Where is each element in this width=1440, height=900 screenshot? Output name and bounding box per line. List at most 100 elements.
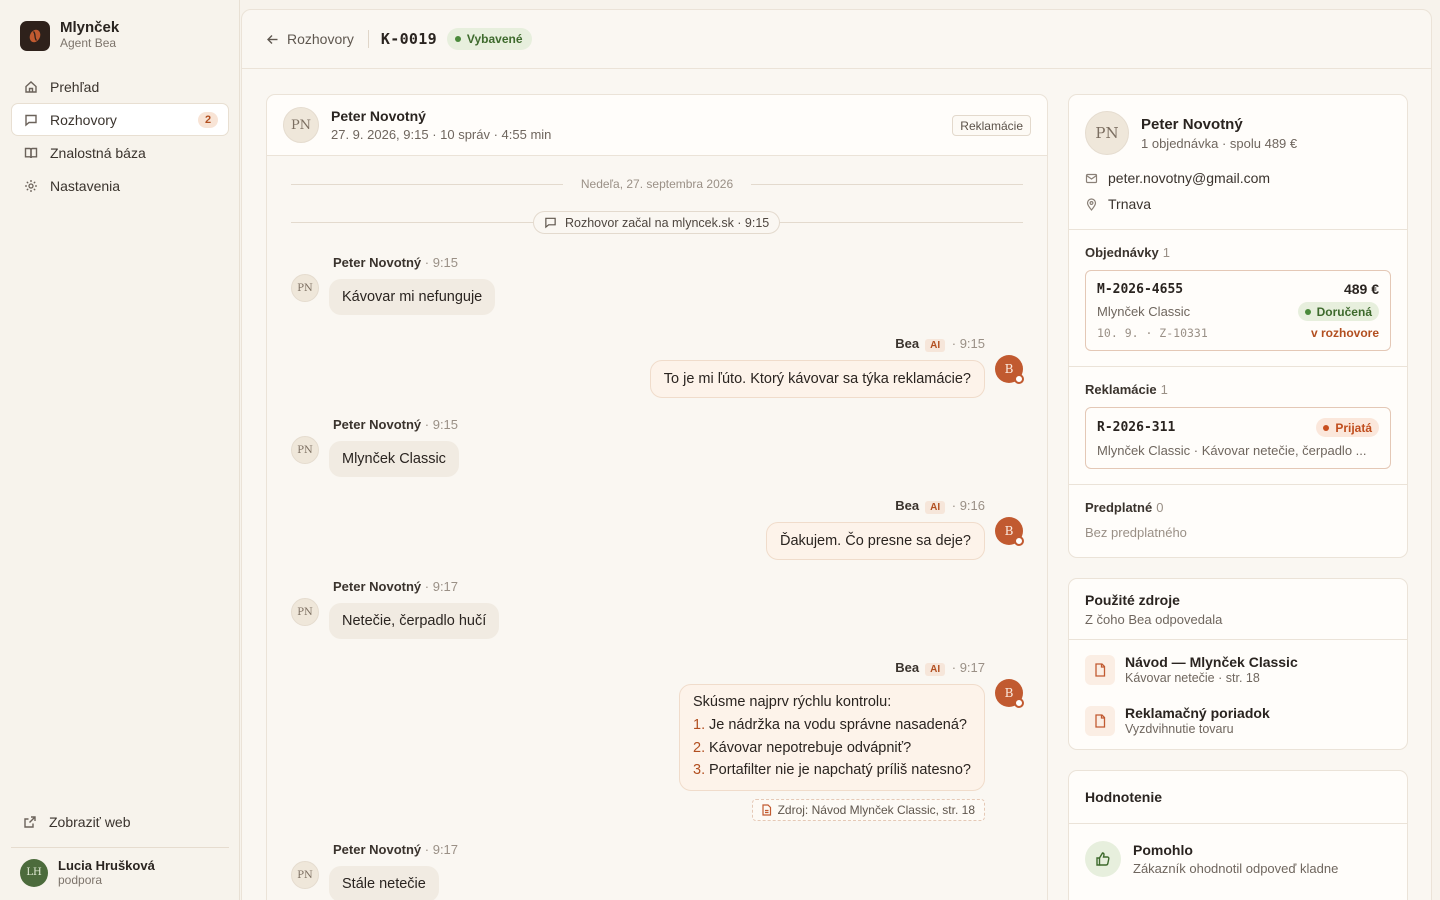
view-website-link[interactable]: Zobraziť web [11, 805, 229, 839]
sender-name: Peter Novotný [333, 417, 422, 432]
ai-badge: AI [925, 663, 946, 676]
source-citation[interactable]: Zdroj: Návod Mlynček Classic, str. 18 [751, 799, 985, 821]
source-citation-text: Zdroj: Návod Mlynček Classic, str. 18 [777, 803, 975, 817]
brand-name: Mlynček [60, 19, 120, 36]
topbar: Rozhovory K-0019 Vybavené [242, 10, 1431, 69]
arrow-left-icon [267, 34, 278, 44]
claims-section: Reklamácie 1 R-2026-311 Prijatá Mlynček C… [1069, 366, 1407, 484]
message-time: 9:17 [432, 842, 459, 857]
customer-avatar: PN [291, 598, 319, 626]
customer-avatar: PN [291, 274, 319, 302]
chat-icon [24, 113, 38, 127]
sender-name: Bea [895, 336, 920, 351]
conversation-header: PN Peter Novotný 27. 9. 2026, 9:15 · 10 … [267, 95, 1047, 156]
customer-message: Stále netečie [329, 866, 439, 900]
sources-subtitle: Z čoho Bea odpovedala [1085, 612, 1223, 627]
order-in-conversation-link[interactable]: v rozhovore [1311, 326, 1379, 340]
source-subtitle: Vyzdvihnutie tovaru [1125, 722, 1234, 736]
claim-item[interactable]: R-2026-311 Prijatá Mlynček Classic · Káv… [1085, 407, 1391, 469]
user-name: Lucia Hrušková [58, 858, 155, 873]
message-meta: Peter Novotný · 9:17 [333, 579, 459, 594]
orders-section: Objednávky 1 M-2026-4655 489 € Mlynček Cl… [1069, 229, 1407, 366]
sender-name: Bea [895, 660, 920, 675]
sources-card: Použité zdroje Z čoho Bea odpovedala Náv… [1068, 578, 1408, 750]
rating-card: Hodnotenie Pomohlo Zákazník ohodnotil od… [1068, 770, 1408, 900]
source-item[interactable]: Reklamačný poriadok Vyzdvihnutie tovaru [1085, 695, 1391, 746]
current-user[interactable]: LH Lucia Hrušková podpora [11, 848, 229, 900]
bea-initial: B [1004, 686, 1014, 700]
bea-avatar: B [995, 679, 1024, 708]
message-meta: Bea AI · 9:16 [895, 498, 985, 514]
sender-name: Peter Novotný [333, 842, 422, 857]
conversation-panel: PN Peter Novotný 27. 9. 2026, 9:15 · 10 … [266, 94, 1048, 900]
bea-initial: B [1004, 362, 1014, 376]
list-item-text: Portafilter nie je napchatý príliš nates… [709, 762, 971, 778]
order-id: M-2026-4655 [1097, 281, 1184, 297]
gear-icon [24, 179, 38, 193]
claim-description: Mlynček Classic · Kávovar netečie, čerpa… [1097, 443, 1367, 458]
message-meta: Bea AI · 9:17 [895, 660, 985, 676]
external-link-icon [23, 815, 37, 829]
document-icon [1085, 654, 1115, 685]
sources-list: Návod — Mlynček Classic Kávovar netečie … [1069, 639, 1407, 746]
customer-name: Peter Novotný [1141, 115, 1243, 133]
order-product: Mlynček Classic [1097, 304, 1191, 319]
brand[interactable]: Mlynček Agent Bea [20, 20, 119, 51]
bea-message: To je mi ľúto. Ktorý kávovar sa týka rek… [649, 360, 985, 398]
customer-name: Peter Novotný [331, 108, 426, 124]
book-icon [24, 146, 38, 160]
sender-name: Bea [895, 498, 920, 513]
subscription-empty: Bez predplatného [1085, 525, 1187, 540]
customer-city: Trnava [1108, 196, 1152, 212]
status-badge: Vybavené [446, 28, 532, 50]
customer-avatar: PN [1085, 111, 1129, 155]
subscription-title: Predplatné 0 [1085, 500, 1164, 515]
bea-initial: B [1004, 524, 1014, 538]
bea-message: Skúsme najprv rýchlu kontrolu: 1. Je nádr… [679, 684, 985, 791]
rating-result: Pomohlo Zákazník ohodnotil odpoveď kladn… [1069, 823, 1407, 877]
source-subtitle: Kávovar netečie · str. 18 [1125, 671, 1260, 685]
rating-title: Hodnotenie [1085, 789, 1162, 805]
sender-name: Peter Novotný [333, 579, 422, 594]
user-avatar: LH [20, 858, 48, 887]
nav-item-nastavenia[interactable]: Nastavenia [11, 169, 229, 202]
message-time: 9:16 [959, 498, 985, 513]
source-title: Reklamačný poriadok [1125, 705, 1270, 721]
list-item: 1. Je nádržka na vodu správne nasadená? [693, 714, 971, 737]
list-item-text: Kávovar nepotrebuje odvápniť? [709, 739, 912, 756]
nav-item-znalostna-baza[interactable]: Znalostná báza [11, 136, 229, 169]
message-time: 9:15 [959, 336, 985, 351]
order-item[interactable]: M-2026-4655 489 € Mlynček Classic Doruče… [1085, 270, 1391, 351]
bea-avatar: B [995, 355, 1024, 384]
category-tag[interactable]: Reklamácie [952, 115, 1031, 136]
list-item: 3. Portafilter nie je napchatý príliš nat… [693, 759, 971, 782]
divider [367, 30, 369, 48]
subscription-section: Predplatné 0 Bez predplatného [1069, 484, 1407, 554]
rating-description: Zákazník ohodnotil odpoveď kladne [1133, 861, 1339, 876]
location-pin-icon [1086, 197, 1097, 211]
online-indicator-icon [1014, 698, 1024, 708]
customer-message: Mlynček Classic [329, 441, 459, 477]
message-meta: Peter Novotný · 9:17 [333, 842, 459, 857]
nav-label: Rozhovory [50, 111, 117, 128]
customer-message: Kávovar mi nefunguje [329, 279, 496, 315]
back-link[interactable]: Rozhovory [266, 31, 354, 47]
list-item-text: Je nádržka na vodu správne nasadená? [709, 717, 967, 733]
customer-email-row[interactable]: peter.novotny@gmail.com [1085, 165, 1391, 191]
ai-badge: AI [925, 501, 946, 514]
customer-avatar: PN [291, 436, 319, 464]
rating-result-label: Pomohlo [1133, 842, 1193, 858]
order-status-badge: Doručená [1297, 302, 1379, 321]
nav-label: Znalostná báza [50, 144, 146, 161]
list-item: 2. Kávovar nepotrebuje odvápniť? [693, 737, 971, 760]
source-item[interactable]: Návod — Mlynček Classic Kávovar netečie … [1085, 644, 1391, 695]
customer-avatar: PN [283, 107, 319, 143]
bea-message: Ďakujem. Čo presne sa deje? [765, 522, 985, 560]
nav-item-rozhovory[interactable]: Rozhovory 2 [11, 103, 229, 136]
conversation-meta: 27. 9. 2026, 9:15 · 10 správ · 4:55 min [331, 127, 552, 142]
claims-title: Reklamácie 1 [1085, 382, 1168, 397]
main-nav: Prehľad Rozhovory 2 Znalostná báza Nasta… [11, 70, 229, 202]
order-meta: 10. 9. · Z-10331 [1097, 326, 1208, 340]
nav-item-prehlad[interactable]: Prehľad [11, 70, 229, 103]
sender-name: Peter Novotný [333, 255, 422, 270]
